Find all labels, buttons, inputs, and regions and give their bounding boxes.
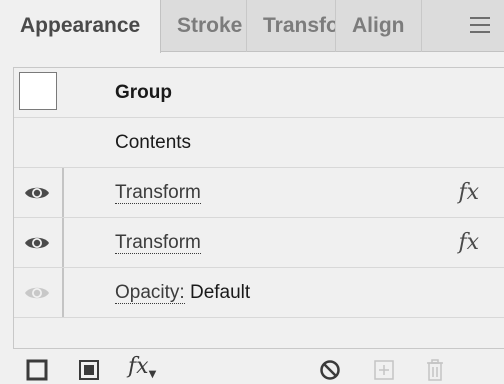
appearance-list: Group Contents Transform fx Transform fx bbox=[13, 67, 504, 349]
clear-appearance-icon[interactable] bbox=[319, 358, 341, 382]
opacity-value: Default bbox=[189, 282, 251, 303]
appearance-row-transform-1[interactable]: Transform fx bbox=[14, 168, 504, 218]
opacity-link[interactable]: Opacity: bbox=[115, 282, 185, 304]
fx-icon: fx bbox=[458, 180, 479, 205]
object-thumbnail bbox=[19, 72, 57, 110]
row-divider bbox=[62, 218, 64, 267]
contents-label: Contents bbox=[115, 132, 192, 153]
fx-icon: fx bbox=[458, 230, 479, 255]
transform-effect-link[interactable]: Transform bbox=[115, 232, 201, 254]
panel-menu-icon[interactable] bbox=[470, 17, 490, 35]
appearance-panel: Appearance Stroke Transform Align Group … bbox=[0, 0, 504, 384]
delete-item-icon bbox=[427, 359, 443, 381]
appearance-row-transform-2[interactable]: Transform fx bbox=[14, 218, 504, 268]
appearance-row-empty bbox=[14, 318, 504, 348]
eye-icon-dimmed[interactable] bbox=[24, 284, 50, 302]
tab-align[interactable]: Align bbox=[336, 0, 422, 52]
row-divider bbox=[62, 168, 64, 217]
appearance-row-contents[interactable]: Contents bbox=[14, 118, 504, 168]
eye-icon[interactable] bbox=[24, 184, 50, 202]
bottom-toolbar: fx▼ bbox=[0, 352, 504, 384]
tab-bar: Appearance Stroke Transform Align bbox=[0, 0, 504, 53]
appearance-row-opacity[interactable]: Opacity: Default bbox=[14, 268, 504, 318]
tab-appearance[interactable]: Appearance bbox=[0, 0, 161, 53]
object-type-label: Group bbox=[115, 82, 172, 103]
add-new-effect-icon[interactable]: fx▼ bbox=[128, 354, 156, 380]
tab-stroke[interactable]: Stroke bbox=[161, 0, 247, 52]
appearance-row-group[interactable]: Group bbox=[14, 68, 504, 118]
duplicate-item-icon bbox=[374, 360, 394, 380]
eye-icon[interactable] bbox=[24, 234, 50, 252]
add-new-stroke-icon[interactable] bbox=[26, 358, 48, 382]
add-new-fill-icon[interactable] bbox=[78, 358, 100, 382]
tab-transform[interactable]: Transform bbox=[247, 0, 336, 52]
transform-effect-link[interactable]: Transform bbox=[115, 182, 201, 204]
row-divider bbox=[62, 268, 64, 317]
